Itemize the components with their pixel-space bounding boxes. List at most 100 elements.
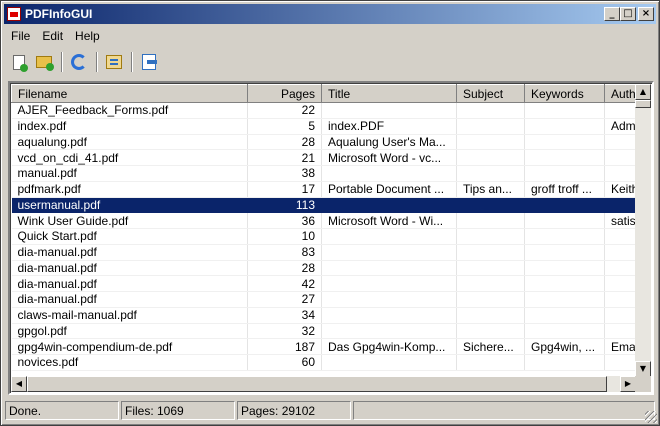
cell-subject: [456, 228, 525, 245]
add-folder-button[interactable]: [32, 50, 56, 74]
column-header-pages[interactable]: Pages: [247, 84, 322, 103]
menu-help[interactable]: Help: [69, 27, 106, 45]
toolbar-separator: [131, 52, 133, 72]
exit-button[interactable]: [137, 50, 161, 74]
cell-author: Adm: [604, 118, 636, 135]
cell-author: [604, 260, 636, 277]
cell-title: Microsoft Word - vc...: [321, 149, 457, 166]
horizontal-scroll-thumb[interactable]: [27, 376, 607, 392]
cell-title: [321, 260, 457, 277]
table-row[interactable]: usermanual.pdf 113: [11, 197, 636, 214]
scrollbar-corner: [635, 376, 651, 392]
cell-filename: manual.pdf: [11, 165, 248, 182]
table-row[interactable]: dia-manual.pdf 83: [11, 244, 636, 261]
cell-subject: [456, 212, 525, 229]
table-row[interactable]: dia-manual.pdf 42: [11, 275, 636, 292]
cell-subject: [456, 165, 525, 182]
table-row[interactable]: pdfmark.pdf 17 Portable Document ... Tips a…: [11, 181, 636, 198]
file-list-view[interactable]: Filename Pages Title Subject Keywords Au…: [8, 81, 654, 395]
add-file-button[interactable]: [7, 50, 31, 74]
cell-pages: 187: [247, 338, 322, 355]
add-folder-icon: [36, 56, 54, 71]
cell-pages: 28: [247, 134, 322, 151]
status-empty-panel: [353, 401, 655, 420]
cell-subject: [456, 307, 525, 324]
scroll-down-button[interactable]: ▼: [635, 361, 651, 377]
maximize-button[interactable]: □: [620, 7, 636, 21]
horizontal-scrollbar[interactable]: ◀ ▶: [11, 376, 636, 392]
pdf-app-icon: [7, 7, 21, 21]
cell-pages: 83: [247, 244, 322, 261]
cell-filename: aqualung.pdf: [11, 134, 248, 151]
cell-pages: 17: [247, 181, 322, 198]
menu-file[interactable]: File: [5, 27, 36, 45]
cell-keywords: [524, 354, 605, 371]
table-row[interactable]: Quick Start.pdf 10: [11, 228, 636, 245]
refresh-icon: [71, 54, 87, 70]
cell-filename: Quick Start.pdf: [11, 228, 248, 245]
cell-pages: 36: [247, 212, 322, 229]
table-row[interactable]: gpg4win-compendium-de.pdf 187 Das Gpg4win-…: [11, 338, 636, 355]
scroll-up-button[interactable]: ▲: [635, 84, 651, 100]
table-row[interactable]: manual.pdf 38: [11, 165, 636, 182]
table-row[interactable]: index.pdf 5 index.PDF Adm: [11, 118, 636, 135]
cell-author: [604, 323, 636, 340]
column-header-author[interactable]: Auth: [604, 84, 636, 103]
table-row[interactable]: vcd_on_cdi_41.pdf 21 Microsoft Word - vc..…: [11, 149, 636, 166]
properties-button[interactable]: [102, 50, 126, 74]
cell-title: [321, 165, 457, 182]
title-bar[interactable]: PDFInfoGUI _ □ ×: [4, 4, 656, 24]
cell-title: [321, 291, 457, 308]
cell-author: [604, 102, 636, 119]
cell-keywords: [524, 291, 605, 308]
cell-keywords: [524, 323, 605, 340]
minimize-button[interactable]: _: [604, 7, 620, 21]
properties-icon: [106, 55, 122, 69]
status-state: Done.: [5, 401, 119, 420]
column-header-subject[interactable]: Subject: [456, 84, 525, 103]
cell-subject: [456, 134, 525, 151]
cell-author: Keith: [604, 181, 636, 198]
column-header-keywords[interactable]: Keywords: [524, 84, 605, 103]
cell-pages: 38: [247, 165, 322, 182]
cell-title: [321, 307, 457, 324]
cell-subject: [456, 354, 525, 371]
table-row[interactable]: gpgol.pdf 32: [11, 323, 636, 340]
cell-title: Das Gpg4win-Komp...: [321, 338, 457, 355]
close-button[interactable]: ×: [638, 7, 654, 21]
table-row[interactable]: novices.pdf 60: [11, 354, 636, 371]
cell-keywords: [524, 275, 605, 292]
table-row[interactable]: aqualung.pdf 28 Aqualung User's Ma...: [11, 134, 636, 151]
resize-grip[interactable]: [645, 411, 657, 423]
cell-title: Microsoft Word - Wi...: [321, 212, 457, 229]
cell-title: Portable Document ...: [321, 181, 457, 198]
cell-filename: gpg4win-compendium-de.pdf: [11, 338, 248, 355]
table-row[interactable]: dia-manual.pdf 27: [11, 291, 636, 308]
cell-keywords: [524, 228, 605, 245]
column-header-title[interactable]: Title: [321, 84, 457, 103]
column-header-filename[interactable]: Filename: [11, 84, 248, 103]
cell-keywords: groff troff ...: [524, 181, 605, 198]
cell-keywords: Gpg4win, ...: [524, 338, 605, 355]
scroll-left-button[interactable]: ◀: [11, 376, 27, 392]
table-row[interactable]: dia-manual.pdf 28: [11, 260, 636, 277]
vertical-scroll-thumb[interactable]: [635, 100, 651, 108]
cell-pages: 113: [247, 197, 322, 214]
table-row[interactable]: Wink User Guide.pdf 36 Microsoft Word - Wi…: [11, 212, 636, 229]
cell-pages: 32: [247, 323, 322, 340]
cell-subject: [456, 244, 525, 261]
table-row[interactable]: claws-mail-manual.pdf 34: [11, 307, 636, 324]
menu-edit[interactable]: Edit: [36, 27, 69, 45]
cell-subject: Sichere...: [456, 338, 525, 355]
vertical-scrollbar[interactable]: ▲ ▼: [635, 84, 651, 377]
cell-author: [604, 197, 636, 214]
cell-author: [604, 165, 636, 182]
cell-keywords: [524, 165, 605, 182]
table-row[interactable]: AJER_Feedback_Forms.pdf 22: [11, 102, 636, 119]
scroll-right-button[interactable]: ▶: [620, 376, 636, 392]
cell-title: [321, 102, 457, 119]
cell-keywords: [524, 102, 605, 119]
refresh-button[interactable]: [67, 50, 91, 74]
cell-pages: 5: [247, 118, 322, 135]
file-table: Filename Pages Title Subject Keywords Au…: [11, 84, 636, 371]
